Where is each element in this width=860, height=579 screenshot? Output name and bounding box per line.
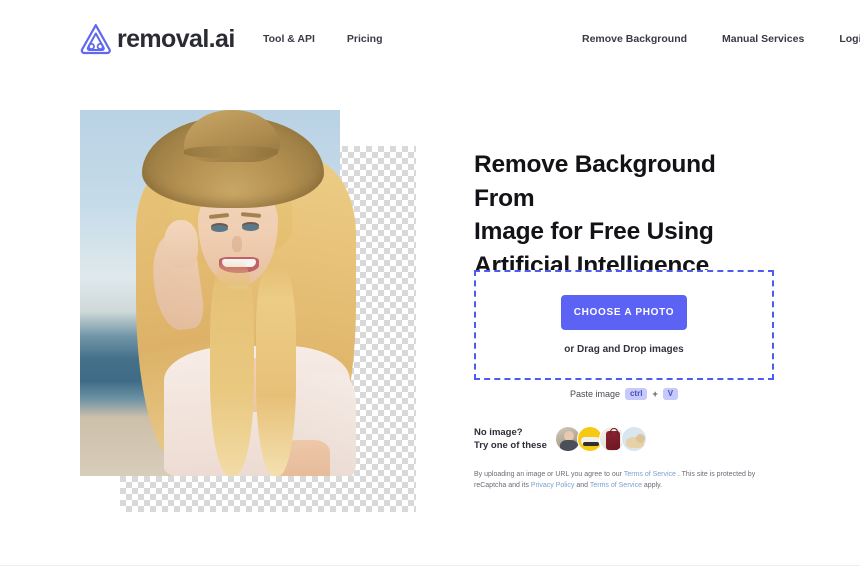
straw-hat-band	[184, 146, 278, 158]
key-v: V	[662, 388, 679, 400]
headline-line-1: Remove Background From	[474, 151, 716, 212]
paste-image-label: Paste image	[569, 389, 620, 399]
eye-right	[242, 224, 259, 231]
privacy-policy-link[interactable]: Privacy Policy	[531, 482, 575, 489]
page-title: Remove Background From Image for Free Us…	[474, 148, 776, 282]
key-ctrl: ctrl	[624, 388, 648, 400]
page-root: removal.ai Tool & API Pricing Remove Bac…	[0, 0, 860, 579]
nose	[232, 236, 242, 252]
terms-of-service-link-2[interactable]: Terms of Service	[590, 482, 642, 489]
sample-thumbnail-list	[554, 426, 647, 452]
choose-a-photo-button[interactable]: CHOOSE A PHOTO	[561, 295, 687, 330]
hair-strand-front-left	[210, 260, 254, 476]
legal-text-part-4: apply.	[641, 481, 663, 489]
hero-panel: Remove Background From Image for Free Us…	[474, 148, 776, 489]
sample-thumbnail-dog[interactable]	[620, 426, 647, 452]
nav-item-tool-api[interactable]: Tool & API	[263, 33, 315, 45]
sample-images-section: No image? Try one of these	[474, 426, 774, 452]
legal-text-part-3: and	[574, 481, 590, 489]
logo[interactable]: removal.ai	[78, 22, 235, 56]
paste-image-hint: Paste image ctrl + V	[474, 388, 774, 400]
headline-line-2: Image for Free Using	[474, 218, 714, 245]
demo-image	[80, 110, 416, 512]
footer-divider	[0, 565, 860, 566]
sample-label-line-1: No image?	[474, 427, 523, 438]
hand	[164, 220, 198, 268]
primary-nav: Tool & API Pricing	[263, 33, 383, 45]
terms-of-service-link-1[interactable]: Terms of Service	[624, 471, 676, 478]
eye-left	[211, 225, 228, 232]
logo-text: removal.ai	[117, 24, 235, 53]
upload-dropzone[interactable]: CHOOSE A PHOTO or Drag and Drop images	[474, 270, 774, 380]
site-header: removal.ai Tool & API Pricing Remove Bac…	[0, 0, 860, 80]
nav-item-manual-services[interactable]: Manual Services	[722, 33, 804, 45]
sample-images-label: No image? Try one of these	[474, 426, 547, 452]
nav-item-login[interactable]: Login	[839, 33, 860, 45]
nav-item-pricing[interactable]: Pricing	[347, 33, 383, 45]
drag-drop-hint: or Drag and Drop images	[564, 344, 684, 355]
removal-ai-logo-icon	[80, 24, 111, 55]
legal-disclaimer: By uploading an image or URL you agree t…	[474, 470, 774, 491]
nav-item-remove-background[interactable]: Remove Background	[582, 33, 687, 45]
sample-label-line-2: Try one of these	[474, 440, 547, 451]
cutout-subject	[80, 110, 376, 476]
legal-text-part-1: By uploading an image or URL you agree t…	[474, 471, 624, 478]
secondary-nav: Remove Background Manual Services Login	[582, 33, 860, 45]
key-plus-separator: +	[652, 389, 658, 399]
hair-strand-front-right	[256, 266, 296, 476]
